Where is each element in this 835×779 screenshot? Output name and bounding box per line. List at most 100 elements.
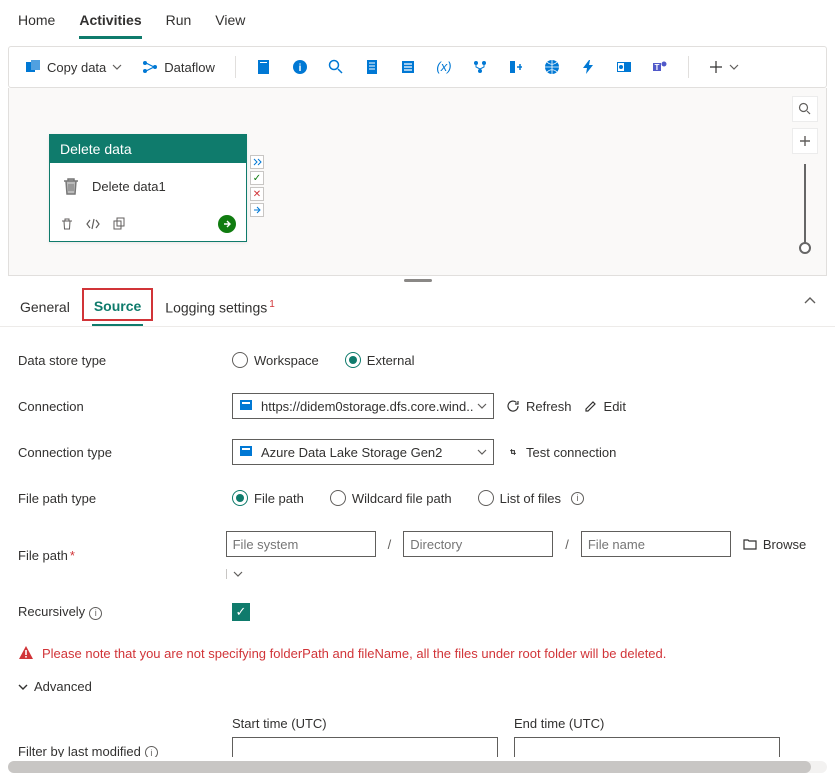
- radio-external[interactable]: External: [345, 352, 415, 368]
- toolbar-divider-2: [688, 56, 689, 78]
- browse-split[interactable]: [226, 569, 243, 579]
- tab-home[interactable]: Home: [18, 8, 55, 39]
- list-button[interactable]: [394, 55, 422, 79]
- panel-tabs: General Source Logging settings1: [0, 284, 835, 327]
- zoom-slider-knob[interactable]: [799, 242, 811, 254]
- port-fail[interactable]: ✕: [250, 187, 264, 201]
- svg-text:(x): (x): [436, 59, 451, 74]
- copy-data-icon: [25, 59, 41, 75]
- teams-button[interactable]: T: [646, 55, 674, 79]
- add-button[interactable]: [703, 56, 745, 78]
- dataflow-button[interactable]: Dataflow: [136, 55, 221, 79]
- label-connection: Connection: [18, 399, 232, 414]
- canvas-search-button[interactable]: [792, 96, 818, 122]
- port-success[interactable]: ✓: [250, 171, 264, 185]
- chevron-down-icon: [729, 62, 739, 72]
- collapse-panel-button[interactable]: [803, 294, 817, 308]
- activity-header: Delete data: [50, 135, 246, 163]
- delete-icon[interactable]: [60, 217, 74, 231]
- variable-button[interactable]: (x): [430, 55, 458, 79]
- globe-button[interactable]: [538, 55, 566, 79]
- start-time-input[interactable]: [232, 737, 498, 757]
- radio-file-path[interactable]: File path: [232, 490, 304, 506]
- file-system-input[interactable]: [226, 531, 376, 557]
- label-data-store-type: Data store type: [18, 353, 232, 368]
- connection-type-value: Azure Data Lake Storage Gen2: [261, 445, 477, 460]
- info-icon[interactable]: i: [145, 746, 158, 757]
- chevron-down-icon: [477, 447, 487, 457]
- tab-logging[interactable]: Logging settings1: [163, 293, 277, 326]
- tab-activities[interactable]: Activities: [79, 8, 141, 39]
- label-start-time: Start time (UTC): [232, 716, 498, 731]
- pipeline-canvas[interactable]: Delete data Delete data1 ✓ ✕: [8, 88, 827, 276]
- edit-label: Edit: [604, 399, 626, 414]
- directory-input[interactable]: [403, 531, 553, 557]
- advanced-label: Advanced: [34, 679, 92, 694]
- end-time-input[interactable]: [514, 737, 780, 757]
- schema-button[interactable]: [466, 55, 494, 79]
- tab-general[interactable]: General: [18, 293, 72, 325]
- advanced-toggle[interactable]: Advanced: [18, 679, 92, 694]
- info-icon[interactable]: i: [89, 607, 102, 620]
- script-button[interactable]: [358, 55, 386, 79]
- tab-source[interactable]: Source: [92, 292, 143, 326]
- tab-run[interactable]: Run: [166, 8, 192, 39]
- radio-external-label: External: [367, 353, 415, 368]
- radio-workspace-label: Workspace: [254, 353, 319, 368]
- main-nav-tabs: Home Activities Run View: [0, 0, 835, 40]
- panel-splitter[interactable]: [0, 276, 835, 284]
- browse-button[interactable]: Browse: [743, 537, 806, 552]
- svg-text:i: i: [298, 63, 301, 74]
- connection-type-dropdown[interactable]: Azure Data Lake Storage Gen2: [232, 439, 494, 465]
- delete-data-activity[interactable]: Delete data Delete data1 ✓ ✕: [49, 134, 247, 242]
- copy-data-button[interactable]: Copy data: [19, 55, 128, 79]
- path-separator: /: [565, 537, 569, 552]
- search-button[interactable]: [322, 55, 350, 79]
- radio-file-path-label: File path: [254, 491, 304, 506]
- radio-list-files-label: List of files: [500, 491, 561, 506]
- tab-source-label: Source: [94, 298, 141, 314]
- zoom-slider[interactable]: [804, 164, 806, 248]
- dataflow-label: Dataflow: [164, 60, 215, 75]
- logging-badge: 1: [269, 299, 275, 310]
- canvas-zoom-in-button[interactable]: [792, 128, 818, 154]
- toolbar-divider: [235, 56, 236, 78]
- label-connection-type: Connection type: [18, 445, 232, 460]
- power-button[interactable]: [574, 55, 602, 79]
- label-filter-by: Filter by last modifiedi: [18, 744, 232, 758]
- run-icon[interactable]: [218, 215, 236, 233]
- path-separator: /: [388, 537, 392, 552]
- connection-value: https://didem0storage.dfs.core.wind..: [261, 399, 477, 414]
- edit-button[interactable]: Edit: [584, 399, 626, 414]
- port-completion[interactable]: [250, 203, 264, 217]
- tab-view[interactable]: View: [215, 8, 245, 39]
- activity-name: Delete data1: [92, 179, 166, 194]
- chevron-down-icon: [477, 401, 487, 411]
- outlook-button[interactable]: [610, 55, 638, 79]
- info-button[interactable]: i: [286, 55, 314, 79]
- copy-icon[interactable]: [112, 217, 126, 231]
- chevron-down-icon: [112, 62, 122, 72]
- radio-workspace[interactable]: Workspace: [232, 352, 319, 368]
- test-connection-button[interactable]: Test connection: [506, 445, 616, 460]
- label-end-time: End time (UTC): [514, 716, 780, 731]
- port-skip[interactable]: [250, 155, 264, 169]
- info-icon[interactable]: i: [571, 492, 584, 505]
- insert-button[interactable]: [502, 55, 530, 79]
- source-form: Data store type Workspace External Conne…: [0, 327, 835, 757]
- svg-text:T: T: [654, 63, 659, 72]
- recursively-checkbox[interactable]: ✓: [232, 603, 250, 621]
- file-name-input[interactable]: [581, 531, 731, 557]
- toolbar: Copy data Dataflow i (x) T: [8, 46, 827, 88]
- trash-icon: [60, 175, 82, 197]
- connection-icon: [239, 398, 255, 414]
- code-icon[interactable]: [86, 217, 100, 231]
- warning-text: Please note that you are not specifying …: [42, 646, 666, 661]
- connection-dropdown[interactable]: https://didem0storage.dfs.core.wind..: [232, 393, 494, 419]
- notebook-button[interactable]: [250, 55, 278, 79]
- refresh-button[interactable]: Refresh: [506, 399, 572, 414]
- radio-list-files[interactable]: List of files i: [478, 490, 584, 506]
- radio-wildcard[interactable]: Wildcard file path: [330, 490, 452, 506]
- horizontal-scrollbar[interactable]: [8, 761, 827, 773]
- label-file-path: File path*: [18, 548, 226, 563]
